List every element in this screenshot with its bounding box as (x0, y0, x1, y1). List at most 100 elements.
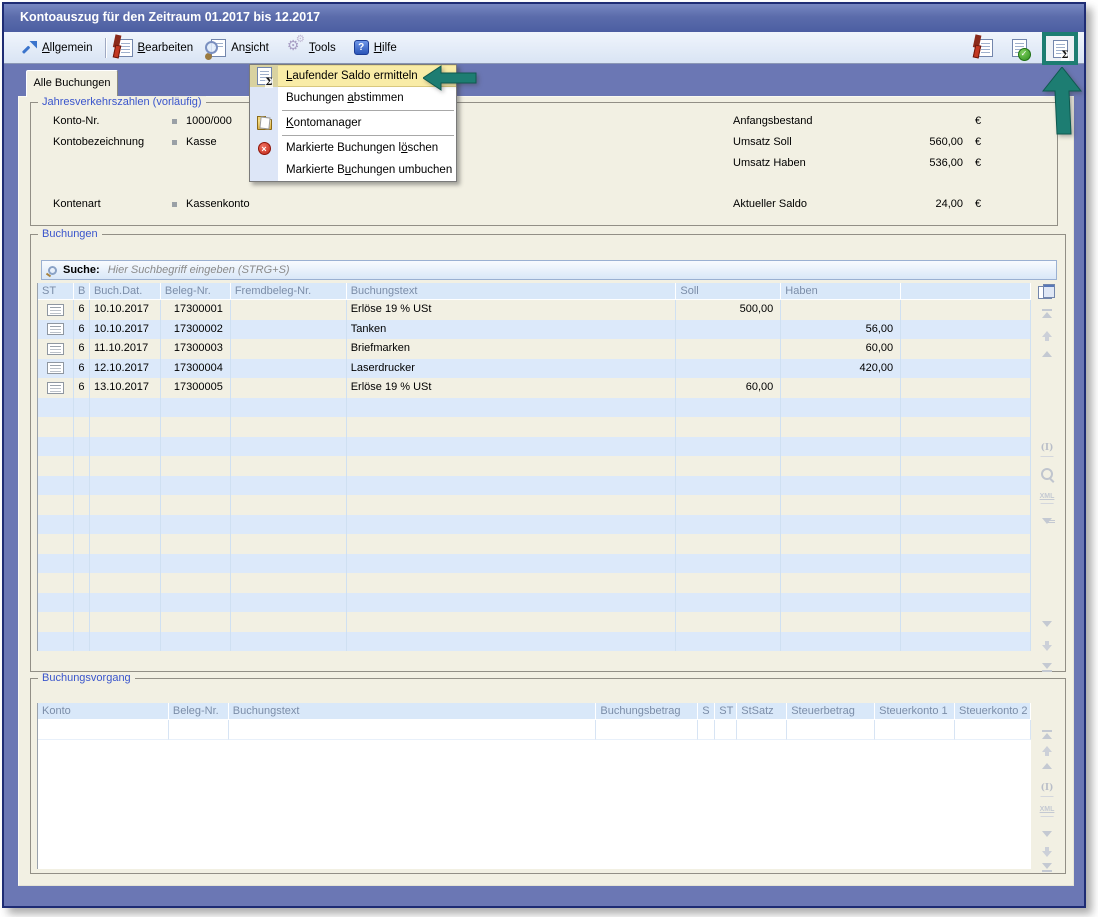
table-cell (231, 515, 347, 535)
column-header-buchungstext[interactable]: Buchungstext (229, 703, 597, 719)
column-header-steuerkonto-1[interactable]: Steuerkonto 1 (875, 703, 955, 719)
xml-icon[interactable] (1040, 806, 1055, 817)
scroll-bottom-icon[interactable] (1042, 663, 1052, 672)
menu-item-markierte-buchungen-l-schen[interactable]: Markierte Buchungen löschen (250, 137, 456, 159)
table-cell (781, 378, 901, 398)
column-header-b[interactable]: B (74, 283, 90, 299)
edit-button[interactable] (974, 36, 996, 60)
reconcile-button[interactable] (1008, 36, 1030, 60)
column-header-buchungstext[interactable]: Buchungstext (347, 283, 677, 299)
column-header-s[interactable]: S (698, 703, 715, 719)
table-cell: 17300005 (161, 378, 231, 398)
column-header-konto[interactable]: Konto (38, 703, 169, 719)
table-cell (676, 456, 781, 476)
table-cell (74, 456, 90, 476)
magnifier-icon[interactable] (1041, 468, 1053, 483)
summary-field-aktueller-saldo: Aktueller Saldo24,00€ (31, 198, 1057, 213)
table-cell (676, 554, 781, 574)
table-cell (38, 339, 74, 359)
column-header-beleg-nr[interactable]: Beleg-Nr. (161, 283, 231, 299)
search-input[interactable]: Suche: Hier Suchbegriff eingeben (STRG+S… (41, 260, 1057, 280)
table-cell (231, 495, 347, 515)
menubar-item-label: Ansicht (231, 42, 269, 54)
table-cell (161, 437, 231, 457)
scroll-top-icon[interactable] (1042, 309, 1052, 318)
table-cell (231, 417, 347, 437)
table-cell (38, 456, 74, 476)
table-cell (161, 612, 231, 632)
table-cell: 17300003 (161, 339, 231, 359)
column-header-stsatz[interactable]: StSatz (737, 703, 787, 719)
table-cell (781, 632, 901, 652)
scroll-up-page-icon[interactable] (1042, 763, 1052, 769)
column-header-st[interactable]: ST (715, 703, 737, 719)
table-cell: 60,00 (781, 339, 901, 359)
paren-icon[interactable] (1041, 443, 1054, 457)
table-row[interactable]: 610.10.201717300001Erlöse 19 % USt500,00 (38, 300, 1031, 320)
menubar-item-tools[interactable]: Tools (278, 36, 345, 60)
bookings-header-row: STBBuch.Dat.Beleg-Nr.Fremdbeleg-Nr.Buchu… (38, 283, 1031, 300)
table-cell (676, 476, 781, 496)
running-balance-button[interactable] (1049, 37, 1071, 61)
scroll-down-page-icon[interactable] (1042, 621, 1052, 627)
scroll-top-icon[interactable] (1042, 730, 1052, 739)
scroll-down-page-icon[interactable] (1042, 831, 1052, 837)
table-row[interactable]: 613.10.201717300005Erlöse 19 % USt60,00 (38, 378, 1031, 398)
split-booking-icon (47, 343, 64, 355)
menubar-item-allgemein[interactable]: Allgemein (14, 36, 102, 60)
scroll-up-page-icon[interactable] (1042, 351, 1052, 357)
filter-icon[interactable] (1039, 518, 1055, 521)
column-header-haben[interactable]: Haben (781, 283, 901, 299)
table-cell (676, 495, 781, 515)
column-header-st[interactable]: ST (38, 283, 74, 299)
column-header-steuerkonto-2[interactable]: Steuerkonto 2 (955, 703, 1031, 719)
menu-icon-gutter (250, 87, 278, 109)
summary-field-umsatz-haben: Umsatz Haben536,00€ (31, 157, 1057, 172)
groupbox-title: Buchungen (38, 228, 102, 240)
column-header-soll[interactable]: Soll (676, 283, 781, 299)
column-header-steuerbetrag[interactable]: Steuerbetrag (787, 703, 875, 719)
table-cell (231, 593, 347, 613)
table-cell (231, 612, 347, 632)
menu-item-label: Markierte Buchungen umbuchen (278, 159, 456, 181)
menubar-item-bearbeiten[interactable]: Bearbeiten (109, 36, 203, 60)
column-chooser-icon[interactable] (1038, 284, 1055, 299)
tab-alle-buchungen[interactable]: Alle Buchungen (26, 70, 118, 97)
menu-item-kontomanager[interactable]: Kontomanager (250, 112, 456, 134)
menubar-item-ansicht[interactable]: Ansicht (202, 36, 278, 60)
paren-icon[interactable] (1041, 783, 1054, 797)
scroll-up-icon[interactable] (1042, 746, 1052, 756)
table-cell (161, 476, 231, 496)
table-row-empty (38, 417, 1031, 437)
scroll-down-icon[interactable] (1042, 641, 1052, 651)
xml-icon[interactable] (1040, 493, 1055, 504)
table-cell (901, 515, 1031, 535)
menubar-item-hilfe[interactable]: Hilfe (345, 36, 406, 60)
field-label: Anfangsbestand (733, 115, 813, 127)
column-header-fremdbeleg-nr[interactable]: Fremdbeleg-Nr. (231, 283, 347, 299)
column-header-beleg-nr[interactable]: Beleg-Nr. (169, 703, 229, 719)
column-header-filler[interactable] (901, 283, 1031, 299)
folder-icon (257, 119, 272, 130)
table-row[interactable]: 612.10.201717300004Laserdrucker420,00 (38, 359, 1031, 379)
table-cell (231, 632, 347, 652)
table-row[interactable]: 611.10.201717300003Briefmarken60,00 (38, 339, 1031, 359)
scroll-up-icon[interactable] (1042, 331, 1052, 341)
table-cell (347, 495, 677, 515)
menu-item-label: Kontomanager (278, 112, 456, 134)
menu-item-markierte-buchungen-umbuchen[interactable]: Markierte Buchungen umbuchen (250, 159, 456, 181)
table-cell (715, 720, 737, 740)
scroll-bottom-icon[interactable] (1042, 863, 1052, 872)
column-header-buch-dat[interactable]: Buch.Dat. (90, 283, 161, 299)
table-row[interactable]: 610.10.201717300002Tanken56,00 (38, 320, 1031, 340)
table-cell: 13.10.2017 (90, 378, 161, 398)
table-cell (161, 554, 231, 574)
scroll-down-icon[interactable] (1042, 847, 1052, 857)
table-cell: 6 (74, 359, 90, 379)
column-header-buchungsbetrag[interactable]: Buchungsbetrag (596, 703, 698, 719)
currency-symbol: € (975, 115, 991, 127)
table-cell (347, 417, 677, 437)
table-cell (161, 573, 231, 593)
table-cell (676, 612, 781, 632)
table-cell (781, 554, 901, 574)
